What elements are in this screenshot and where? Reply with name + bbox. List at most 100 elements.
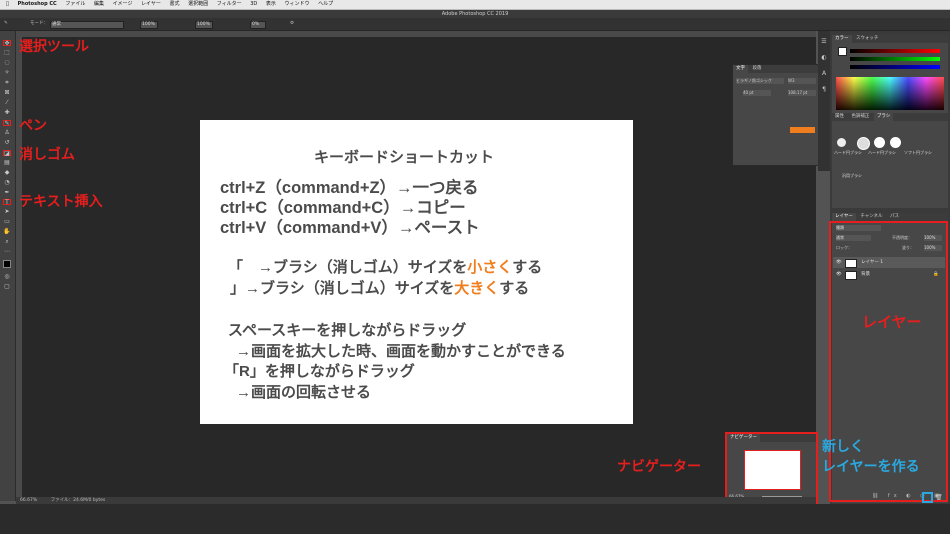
tab-color[interactable]: カラー [832, 35, 852, 43]
bottom-area [0, 504, 950, 534]
font-weight-select[interactable]: W3 [788, 78, 816, 84]
brush-preset-3[interactable] [874, 137, 885, 148]
tab-properties[interactable]: 属性 [832, 113, 847, 121]
paragraph-panel-icon[interactable]: ¶ [820, 87, 828, 93]
menu-edit[interactable]: 編集 [94, 0, 104, 9]
eyedropper-icon[interactable]: ⁄ [3, 100, 11, 106]
annotation-new-layer-2: レイヤーを作る [822, 458, 920, 474]
annotation-new-layer-1: 新しく [822, 438, 864, 454]
brush-name-3: ソフト円ブラシ [904, 150, 932, 155]
tab-paths[interactable]: パス [887, 213, 902, 221]
mode-label: モード： [30, 21, 48, 26]
status-bar: 66.67% ファイル：24.6M/0 bytes [16, 497, 816, 504]
menu-file[interactable]: ファイル [65, 0, 85, 9]
gear-icon[interactable]: ⚙ [290, 18, 294, 30]
new-layer-button[interactable] [922, 492, 933, 503]
brush-group-label[interactable]: 汎用ブラシ [842, 173, 862, 179]
shortcut-heading: キーボードショートカット [314, 149, 495, 166]
move-tool-icon[interactable]: ✥ [3, 40, 11, 47]
tab-adjustments[interactable]: 色調補正 [848, 113, 872, 121]
menu-window[interactable]: ウィンドウ [284, 0, 309, 9]
panel-icon-strip: ☰ ◐ A ¶ [818, 31, 830, 171]
quick-mask-icon[interactable]: ◎ [3, 274, 11, 280]
dodge-tool-icon[interactable]: ◔ [3, 180, 11, 186]
crop-tool-icon[interactable]: ⌗ [3, 80, 11, 86]
menu-view[interactable]: 表示 [266, 0, 276, 9]
opacity-field[interactable]: 100% [140, 21, 158, 29]
path-select-icon[interactable]: ➤ [3, 209, 11, 215]
adjust-panel-icon[interactable]: ◐ [820, 55, 828, 61]
menu-layer[interactable]: レイヤー [141, 0, 161, 9]
lasso-tool-icon[interactable]: ◌ [3, 60, 11, 66]
trash-icon[interactable]: 🗑 [935, 494, 943, 501]
space-drag-line: スペースキーを押しながらドラッグ [228, 322, 467, 339]
text-color-swatch[interactable] [790, 127, 815, 133]
brush-preset-4[interactable] [890, 137, 901, 148]
character-panel: 文字 段落 ヒラギノ角ゴシック W3 40 pt 108.17 pt [732, 64, 820, 166]
font-size-field[interactable]: 40 pt [743, 90, 771, 96]
blur-tool-icon[interactable]: ◆ [3, 170, 11, 176]
history-brush-icon[interactable]: ↺ [3, 140, 11, 146]
brush-larger-highlight: 大きく [454, 280, 500, 297]
annotation-select-tool: 選択ツール [19, 38, 89, 54]
brush-name-2: ハード円ブラシ [868, 150, 896, 155]
hand-tool-icon[interactable]: ✋ [3, 229, 11, 235]
tab-swatches[interactable]: スウォッチ [853, 35, 882, 43]
stamp-tool-icon[interactable]: ♙ [3, 130, 11, 136]
flow-field[interactable]: 100% [195, 21, 213, 29]
apple-icon[interactable]:  [6, 0, 9, 9]
menu-filter[interactable]: フィルター [217, 0, 242, 9]
color-slider-g[interactable] [850, 57, 940, 61]
menu-help[interactable]: ヘルプ [318, 0, 333, 9]
panel-foreground-swatch[interactable] [838, 47, 847, 56]
screen-mode-icon[interactable]: ▢ [3, 284, 11, 290]
gradient-tool-icon[interactable]: ▤ [3, 160, 11, 166]
brush-name-1: ハード円ブラシ [834, 150, 862, 155]
pen-tool-icon[interactable]: ✒ [3, 190, 11, 196]
navigator-highlight-box [725, 432, 818, 504]
smoothing-field[interactable]: 0% [250, 21, 266, 29]
color-spectrum[interactable] [836, 77, 944, 110]
annotation-pen: ペン [19, 117, 47, 133]
healing-brush-icon[interactable]: ✚ [3, 110, 11, 116]
menu-3d[interactable]: 3D [250, 0, 257, 9]
foreground-color-swatch[interactable] [3, 260, 11, 268]
tab-character[interactable]: 文字 [733, 65, 748, 73]
eraser-tool-icon[interactable]: ◪ [3, 150, 11, 157]
rotate-drag-line: 「R」を押しながらドラッグ [224, 363, 415, 380]
mode-select[interactable]: 通常 [50, 21, 124, 29]
menu-select[interactable]: 選択範囲 [188, 0, 208, 9]
color-slider-b[interactable] [850, 65, 940, 69]
font-family-select[interactable]: ヒラギノ角ゴシック [736, 78, 784, 84]
tab-channels[interactable]: チャンネル [857, 213, 885, 221]
color-slider-r[interactable] [850, 49, 940, 53]
brush-tool-icon[interactable]: ✎ [3, 120, 11, 127]
type-tool-icon[interactable]: T [3, 199, 11, 206]
shape-tool-icon[interactable]: ▭ [3, 219, 11, 225]
menu-image[interactable]: イメージ [113, 0, 133, 9]
marquee-tool-icon[interactable]: ⬚ [3, 50, 11, 56]
more-tools-icon[interactable]: ⋯ [3, 249, 11, 255]
zoom-tool-icon[interactable]: ⌕ [3, 239, 11, 245]
status-zoom[interactable]: 66.67% [20, 498, 37, 503]
brush-tool-icon[interactable]: ✎ [4, 18, 8, 30]
tab-paragraph[interactable]: 段落 [749, 65, 764, 73]
leading-field[interactable]: 108.17 pt [788, 90, 816, 96]
brush-smaller-line: 「 →ブラシ（消しゴム）サイズを小さくする [228, 259, 543, 276]
brush-preset-2[interactable] [857, 137, 870, 150]
status-file: ファイル：24.6M/0 bytes [50, 498, 106, 503]
tab-brushes[interactable]: ブラシ [873, 113, 894, 121]
brush-panel: 属性 色調補正 ブラシ ハード円ブラシ ハード円ブラシ ソフト円ブラシ 汎用ブラ… [832, 113, 948, 208]
app-name[interactable]: Photoshop CC [18, 0, 57, 9]
magic-wand-icon[interactable]: ✧ [3, 70, 11, 76]
vertical-ruler [16, 37, 22, 499]
character-panel-icon[interactable]: A [820, 71, 828, 77]
menu-type[interactable]: 書式 [170, 0, 180, 9]
window-title: Adobe Photoshop CC 2019 [0, 10, 950, 18]
document-canvas[interactable]: キーボードショートカット ctrl+Z（command+Z）→一つ戻る ctrl… [200, 120, 633, 424]
annotation-eraser: 消しゴム [19, 146, 75, 162]
brush-preset-1[interactable] [837, 138, 846, 147]
history-panel-icon[interactable]: ☰ [820, 39, 828, 45]
tab-layers[interactable]: レイヤー [832, 213, 856, 221]
frame-tool-icon[interactable]: ⊠ [3, 90, 11, 96]
